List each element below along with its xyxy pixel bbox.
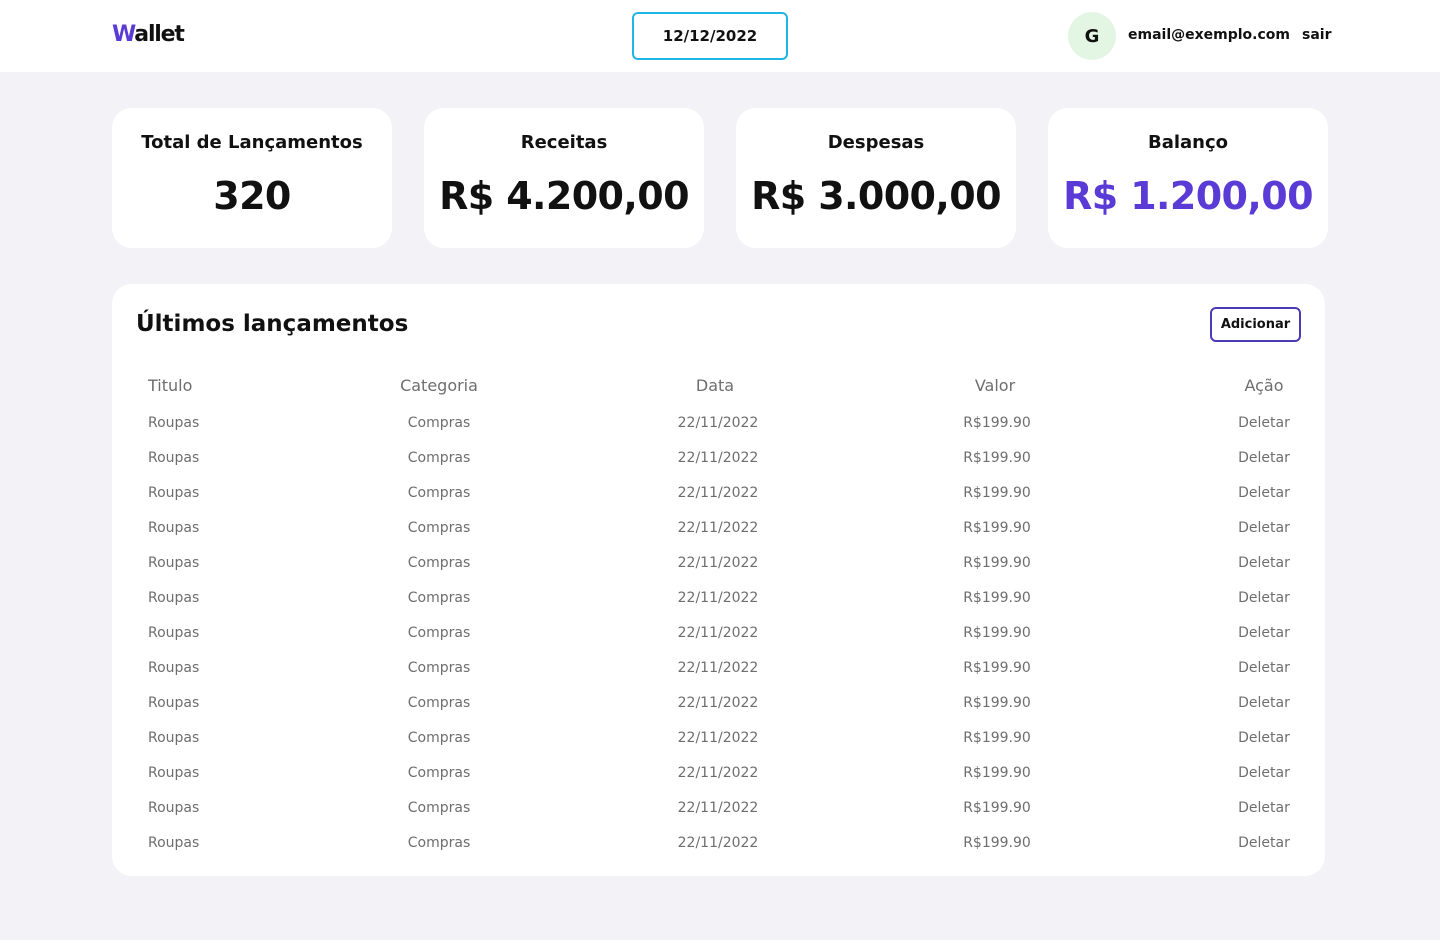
- card-value: R$ 1.200,00: [1063, 174, 1313, 218]
- cell-value: R$199.90: [963, 415, 1031, 431]
- cell-date: 22/11/2022: [677, 800, 759, 816]
- cell-value: R$199.90: [963, 695, 1031, 711]
- delete-link[interactable]: Deletar: [1238, 660, 1290, 676]
- cell-category: Compras: [407, 730, 471, 746]
- cell-title: Roupas: [148, 625, 200, 641]
- top-bar: Wallet 12/12/2022 G email@exemplo.com sa…: [0, 0, 1440, 72]
- delete-link[interactable]: Deletar: [1238, 485, 1290, 501]
- cell-date: 22/11/2022: [677, 625, 759, 641]
- cell-title: Roupas: [148, 730, 200, 746]
- cell-date: 22/11/2022: [677, 450, 759, 466]
- delete-link[interactable]: Deletar: [1238, 520, 1290, 536]
- transactions-panel: Últimos lançamentos Adicionar Titulo Cat…: [112, 284, 1325, 876]
- column-header-title: Titulo: [148, 376, 193, 395]
- column-header-action: Ação: [1244, 376, 1284, 395]
- cell-category: Compras: [407, 415, 471, 431]
- delete-link[interactable]: Deletar: [1238, 625, 1290, 641]
- cell-date: 22/11/2022: [677, 590, 759, 606]
- cell-value: R$199.90: [963, 520, 1031, 536]
- cell-title: Roupas: [148, 590, 200, 606]
- cell-title: Roupas: [148, 835, 200, 851]
- delete-link[interactable]: Deletar: [1238, 765, 1290, 781]
- cell-date: 22/11/2022: [677, 555, 759, 571]
- delete-link[interactable]: Deletar: [1238, 730, 1290, 746]
- card-title: Despesas: [827, 132, 925, 153]
- cell-category: Compras: [407, 485, 471, 501]
- cell-title: Roupas: [148, 660, 200, 676]
- cell-date: 22/11/2022: [677, 660, 759, 676]
- delete-link[interactable]: Deletar: [1238, 415, 1290, 431]
- column-header-value: Valor: [974, 376, 1016, 395]
- cell-category: Compras: [407, 765, 471, 781]
- delete-link[interactable]: Deletar: [1238, 450, 1290, 466]
- income-card: Receitas R$ 4.200,00: [424, 108, 704, 248]
- logout-link[interactable]: sair: [1302, 27, 1331, 43]
- cell-date: 22/11/2022: [677, 835, 759, 851]
- cell-category: Compras: [407, 835, 471, 851]
- cell-title: Roupas: [148, 520, 200, 536]
- card-title: Balanço: [1147, 132, 1229, 153]
- cell-date: 22/11/2022: [677, 415, 759, 431]
- cell-title: Roupas: [148, 765, 200, 781]
- cell-value: R$199.90: [963, 485, 1031, 501]
- cell-value: R$199.90: [963, 590, 1031, 606]
- cell-title: Roupas: [148, 415, 200, 431]
- balance-card: Balanço R$ 1.200,00: [1048, 108, 1328, 248]
- delete-link[interactable]: Deletar: [1238, 555, 1290, 571]
- card-title: Total de Lançamentos: [141, 132, 363, 153]
- card-value: R$ 3.000,00: [751, 174, 1001, 218]
- add-button[interactable]: Adicionar: [1210, 307, 1301, 342]
- cell-value: R$199.90: [963, 660, 1031, 676]
- column-header-date: Data: [695, 376, 735, 395]
- cell-category: Compras: [407, 520, 471, 536]
- user-email: email@exemplo.com: [1128, 27, 1290, 43]
- card-value: R$ 4.200,00: [439, 174, 689, 218]
- expenses-card: Despesas R$ 3.000,00: [736, 108, 1016, 248]
- cell-value: R$199.90: [963, 765, 1031, 781]
- total-entries-card: Total de Lançamentos 320: [112, 108, 392, 248]
- cell-title: Roupas: [148, 485, 200, 501]
- cell-value: R$199.90: [963, 625, 1031, 641]
- date-selector[interactable]: 12/12/2022: [632, 12, 788, 60]
- card-value: 320: [213, 174, 291, 218]
- cell-value: R$199.90: [963, 555, 1031, 571]
- delete-link[interactable]: Deletar: [1238, 835, 1290, 851]
- cell-date: 22/11/2022: [677, 730, 759, 746]
- cell-value: R$199.90: [963, 800, 1031, 816]
- cell-value: R$199.90: [963, 450, 1031, 466]
- delete-link[interactable]: Deletar: [1238, 590, 1290, 606]
- cell-category: Compras: [407, 590, 471, 606]
- cell-title: Roupas: [148, 695, 200, 711]
- cell-title: Roupas: [148, 450, 200, 466]
- cell-date: 22/11/2022: [677, 485, 759, 501]
- column-header-category: Categoria: [400, 376, 478, 395]
- cell-date: 22/11/2022: [677, 520, 759, 536]
- cell-date: 22/11/2022: [677, 765, 759, 781]
- cell-category: Compras: [407, 695, 471, 711]
- card-title: Receitas: [520, 132, 608, 153]
- panel-title: Últimos lançamentos: [136, 311, 409, 337]
- cell-title: Roupas: [148, 800, 200, 816]
- logo-rest: allet: [134, 22, 185, 47]
- cell-category: Compras: [407, 625, 471, 641]
- wallet-logo[interactable]: Wallet: [112, 22, 185, 47]
- cell-category: Compras: [407, 660, 471, 676]
- cell-date: 22/11/2022: [677, 695, 759, 711]
- cell-title: Roupas: [148, 555, 200, 571]
- cell-value: R$199.90: [963, 730, 1031, 746]
- delete-link[interactable]: Deletar: [1238, 800, 1290, 816]
- cell-value: R$199.90: [963, 835, 1031, 851]
- delete-link[interactable]: Deletar: [1238, 695, 1290, 711]
- avatar[interactable]: G: [1068, 12, 1116, 60]
- logo-w: W: [112, 22, 136, 47]
- cell-category: Compras: [407, 450, 471, 466]
- cell-category: Compras: [407, 555, 471, 571]
- cell-category: Compras: [407, 800, 471, 816]
